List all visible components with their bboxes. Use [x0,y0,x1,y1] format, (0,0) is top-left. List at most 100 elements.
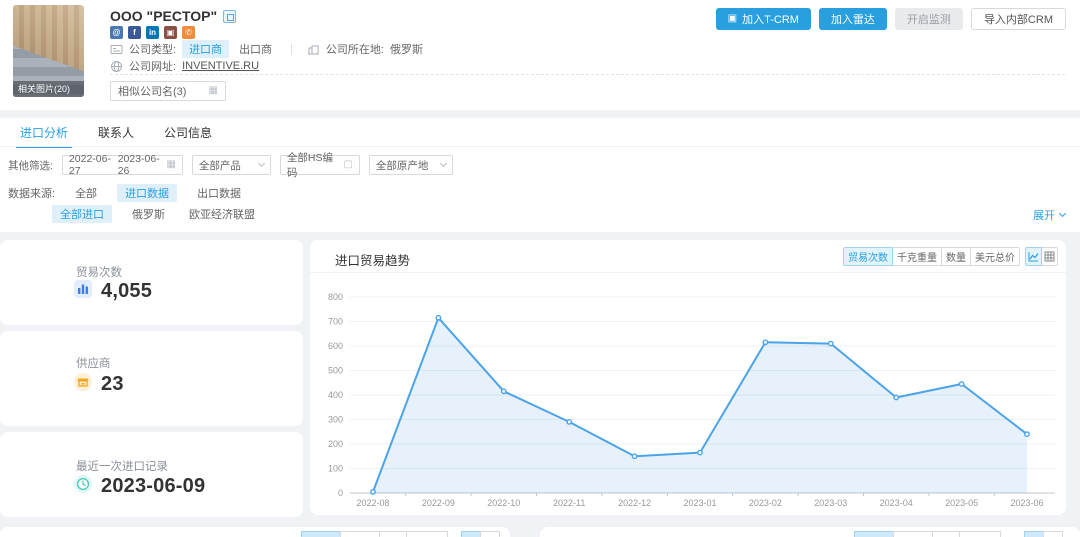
add-to-tcrm-button[interactable]: ▣ 加入T-CRM [716,8,811,30]
tcrm-icon: ▣ [728,14,737,24]
line-chart-view-button[interactable] [461,531,481,537]
toggle-kg-weight[interactable]: 千克重量 [892,247,942,266]
company-header: 相关图片(20) OOO "PECTOP" @ f in ▣ ✆ 公司类型: 进… [0,0,1080,110]
other-filters-label: 其他筛选: [8,158,53,173]
hs-code-select[interactable]: 全部HS编码 ▢ [280,155,360,175]
start-monitoring-button[interactable]: 开启监测 [895,8,963,30]
add-to-radar-button[interactable]: 加入雷达 [819,8,887,30]
svg-text:200: 200 [328,439,343,449]
svg-text:2023-04: 2023-04 [880,498,913,508]
company-type-label: 公司类型: [129,41,176,57]
clock-icon [74,475,92,498]
table-view-button[interactable] [1041,247,1058,266]
toggle-button[interactable] [932,531,960,537]
chart-header: 进口贸易趋势 贸易次数 千克重量 数量 美元总价 [310,240,1066,273]
svg-text:2022-10: 2022-10 [487,498,520,508]
calendar-icon: ▦ [166,160,175,170]
date-end: 2023-06-26 [118,153,162,177]
sub-source-russia[interactable]: 俄罗斯 [128,205,169,223]
at-icon[interactable]: @ [110,26,123,39]
svg-text:2023-06: 2023-06 [1010,498,1043,508]
related-images-label[interactable]: 相关图片(20) [13,81,84,97]
date-range-picker[interactable]: 2022-06-27 2023-06-26 ▦ [62,155,183,175]
company-name: OOO "PECTOP" [110,8,217,24]
source-import-data[interactable]: 进口数据 [117,184,177,202]
suppliers-card: 供应商 23 [0,331,303,426]
tab-bar: 进口分析 联系人 公司信息 [18,118,214,146]
toggle-button[interactable] [893,531,933,537]
view-toggle-group [1025,531,1063,537]
svg-text:500: 500 [328,366,343,376]
bottom-left-card [0,527,510,537]
toggle-button[interactable] [301,531,341,537]
toggle-button[interactable] [340,531,380,537]
import-internal-crm-button[interactable]: 导入内部CRM [971,8,1066,30]
sub-source-all-imports[interactable]: 全部进口 [52,205,112,223]
view-toggle-group [462,531,500,537]
tab-import-analysis[interactable]: 进口分析 [18,118,70,147]
product-select[interactable]: 全部产品 [192,155,271,175]
import-trend-card: 进口贸易趋势 贸易次数 千克重量 数量 美元总价 0 100 200 300 400 50… [310,240,1066,515]
facebook-icon[interactable]: f [128,26,141,39]
svg-text:2022-09: 2022-09 [422,498,455,508]
shop-icon [74,373,92,396]
toggle-quantity[interactable]: 数量 [941,247,971,266]
chart-title: 进口贸易趋势 [335,250,410,269]
stat-value: 4,055 [101,280,152,303]
company-photo[interactable]: 相关图片(20) [13,5,84,97]
table-view-button[interactable] [480,531,500,537]
toggle-button[interactable] [854,531,894,537]
analysis-panel: 进口分析 联系人 公司信息 其他筛选: 2022-06-27 2023-06-2… [0,118,1080,232]
sub-source-eaeu[interactable]: 欧亚经济联盟 [185,205,259,223]
line-chart-view-button[interactable] [1024,531,1044,537]
svg-text:300: 300 [328,415,343,425]
svg-text:600: 600 [328,341,343,351]
toggle-usd-total[interactable]: 美元总价 [970,247,1020,266]
expand-toggle[interactable]: 展开 [1033,207,1065,223]
id-card-icon [110,43,123,56]
svg-text:800: 800 [328,292,343,302]
import-trend-line-chart[interactable]: 01002003004005006007008002022-082022-092… [310,273,1066,515]
svg-text:2022-08: 2022-08 [356,498,389,508]
svg-text:2023-01: 2023-01 [683,498,716,508]
instagram-icon[interactable]: ▣ [164,26,177,39]
chevron-down-icon [440,160,447,167]
chevron-down-icon [1059,210,1066,217]
svg-text:400: 400 [328,390,343,400]
metric-toggle-group [302,531,448,537]
toggle-trade-count[interactable]: 贸易次数 [843,247,893,266]
table-view-button[interactable] [1043,531,1063,537]
location-label: 公司所在地: [326,41,384,57]
toggle-button[interactable] [406,531,448,537]
origin-select[interactable]: 全部原产地 [369,155,453,175]
stat-label: 贸易次数 [76,264,122,280]
location-value: 俄罗斯 [390,41,423,57]
metric-toggle-group [855,531,1001,537]
source-export-data[interactable]: 出口数据 [193,184,245,202]
similar-companies-select[interactable]: 相似公司名(3) ▦ [110,81,226,101]
website-link[interactable]: INVENTIVE.RU [182,60,259,72]
divider: | [290,43,293,55]
trade-count-card: 贸易次数 4,055 [0,240,303,325]
tab-divider [0,146,1080,147]
importer-tag[interactable]: 进口商 [182,40,229,58]
linkedin-icon[interactable]: in [146,26,159,39]
toggle-button[interactable] [379,531,407,537]
tab-company-info[interactable]: 公司信息 [162,118,214,147]
svg-text:100: 100 [328,464,343,474]
phone-icon[interactable]: ✆ [182,26,195,39]
svg-text:0: 0 [338,488,343,498]
stat-label: 供应商 [76,355,111,371]
tab-contacts[interactable]: 联系人 [96,118,136,147]
source-all[interactable]: 全部 [71,184,101,202]
copy-icon[interactable] [223,10,236,23]
exporter-tag[interactable]: 出口商 [235,40,276,58]
toggle-button[interactable] [959,531,1001,537]
similar-companies-label: 相似公司名(3) [118,83,186,99]
globe-icon [110,60,123,73]
view-toggle-group [1025,247,1058,266]
stat-value: 2023-06-09 [101,475,205,498]
last-import-card: 最近一次进口记录 2023-06-09 [0,432,303,517]
line-chart-view-button[interactable] [1025,247,1042,266]
bar-chart-icon [74,280,92,303]
